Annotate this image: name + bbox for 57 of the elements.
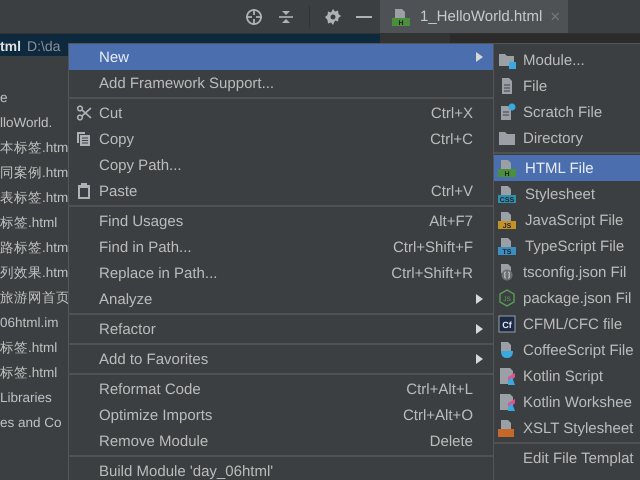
menu-item[interactable]: Find Usages Alt+F7 bbox=[69, 208, 493, 234]
settings-icon[interactable] bbox=[324, 8, 342, 26]
tree-item[interactable]: 标签.html bbox=[0, 335, 58, 360]
tab-title: 1_HelloWorld.html bbox=[420, 8, 542, 25]
tree-item[interactable]: 本标签.htm bbox=[0, 135, 68, 160]
tree-item[interactable]: 标签.html bbox=[0, 360, 58, 385]
tree-item[interactable]: 表标签.htm bbox=[0, 185, 68, 210]
tree-item[interactable]: 路标签.htm bbox=[0, 235, 68, 260]
tree-item[interactable]: es and Co bbox=[0, 410, 62, 435]
menu-item[interactable]: Remove Module Delete bbox=[69, 428, 493, 454]
tree-item[interactable]: e bbox=[0, 85, 8, 110]
menu-item[interactable]: Add Framework Support... bbox=[69, 70, 493, 96]
menu-item[interactable]: New bbox=[69, 44, 493, 70]
menu-item[interactable]: Reformat Code Ctrl+Alt+L bbox=[69, 376, 493, 402]
menu-item[interactable]: Optimize Imports Ctrl+Alt+O bbox=[69, 402, 493, 428]
clipboard-icon bbox=[77, 183, 91, 199]
menu-item[interactable]: Refactor bbox=[69, 316, 493, 342]
menu-item[interactable]: CoffeeScript File bbox=[494, 337, 640, 363]
copy-icon bbox=[76, 131, 92, 147]
tree-item[interactable]: 06html.im bbox=[0, 310, 59, 335]
menu-item[interactable]: Add to Favorites bbox=[69, 346, 493, 372]
cup-icon bbox=[498, 341, 516, 359]
menu-item[interactable]: Build Module 'day_06html' bbox=[69, 458, 493, 480]
menu-item[interactable]: XSLT Stylesheet bbox=[494, 415, 640, 441]
scratch-file-icon bbox=[498, 103, 516, 121]
menu-item[interactable]: Kotlin Script bbox=[494, 363, 640, 389]
tree-item[interactable]: lloWorld. bbox=[0, 110, 52, 135]
menu-item[interactable]: Scratch File bbox=[494, 99, 640, 125]
menu-item[interactable]: Cut Ctrl+X bbox=[69, 100, 493, 126]
tree-item[interactable]: Libraries bbox=[0, 385, 52, 410]
menu-item[interactable]: Edit File Templat bbox=[494, 445, 640, 471]
scissors-icon bbox=[76, 105, 92, 121]
kotlin-file-icon bbox=[498, 367, 516, 385]
menu-item[interactable]: tsconfig.json Fil bbox=[494, 259, 640, 285]
menu-item[interactable]: Find in Path... Ctrl+Shift+F bbox=[69, 234, 493, 260]
menu-item[interactable]: Directory bbox=[494, 125, 640, 151]
menu-item[interactable]: Analyze bbox=[69, 286, 493, 312]
folder-icon bbox=[498, 129, 516, 147]
tree-item[interactable]: 标签.html bbox=[0, 210, 58, 235]
project-path: D:\da bbox=[27, 38, 60, 54]
menu-item[interactable]: Paste Ctrl+V bbox=[69, 178, 493, 204]
menu-item[interactable]: File bbox=[494, 73, 640, 99]
tree-item[interactable]: 同案例.htm bbox=[0, 160, 68, 185]
folder-icon bbox=[498, 51, 516, 69]
menu-item[interactable]: Copy Ctrl+C bbox=[69, 126, 493, 152]
tree-item[interactable]: 旅游网首页 bbox=[0, 285, 70, 310]
xslt-file-icon bbox=[498, 419, 516, 437]
kotlin-file-icon bbox=[498, 393, 516, 411]
project-name: tml bbox=[0, 38, 21, 54]
menu-item[interactable]: Kotlin Workshee bbox=[494, 389, 640, 415]
menu-item[interactable]: Copy Path... bbox=[69, 152, 493, 178]
menu-item[interactable]: Replace in Path... Ctrl+Shift+R bbox=[69, 260, 493, 286]
tree-item[interactable]: 列效果.htm bbox=[0, 260, 68, 285]
crosshair-icon[interactable] bbox=[245, 8, 263, 26]
square-icon: Cf bbox=[498, 315, 516, 333]
menu-item[interactable]: Module... bbox=[494, 47, 640, 73]
menu-item[interactable]: Cf CFML/CFC file bbox=[494, 311, 640, 337]
